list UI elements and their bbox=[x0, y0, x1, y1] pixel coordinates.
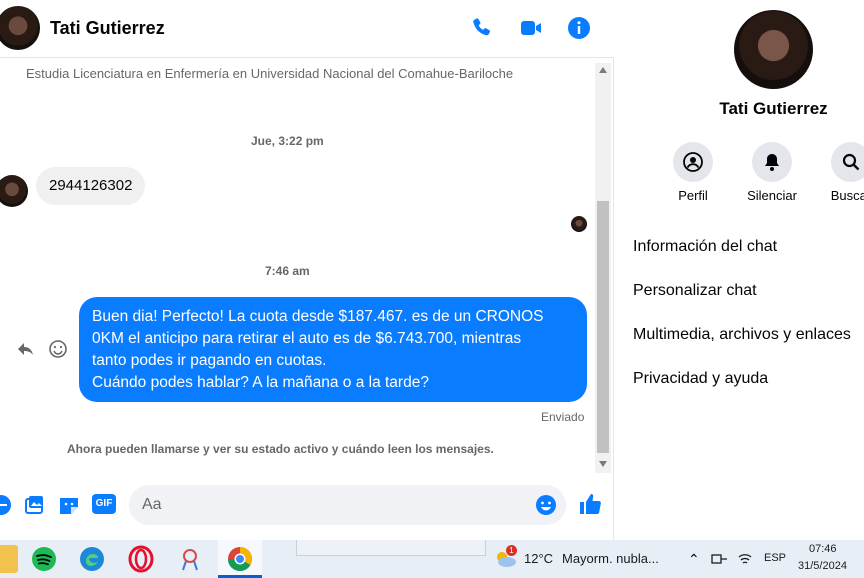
phone-icon[interactable] bbox=[470, 16, 494, 40]
language-indicator[interactable]: ESP bbox=[764, 552, 786, 564]
like-icon[interactable] bbox=[578, 492, 602, 516]
contact-name[interactable]: Tati Gutierrez bbox=[50, 18, 165, 39]
weather-icon[interactable]: 1 bbox=[492, 545, 518, 570]
menu-chat-info[interactable]: Información del chat bbox=[633, 238, 777, 256]
sticker-icon[interactable] bbox=[58, 494, 80, 516]
gif-label: GIF bbox=[92, 494, 116, 514]
profile-info-text: Estudia Licenciatura en Enfermería en Un… bbox=[26, 66, 514, 81]
panel-contact-name: Tati Gutierrez bbox=[719, 99, 828, 118]
search-action-label: Buscar bbox=[830, 188, 864, 203]
contact-avatar[interactable] bbox=[0, 6, 40, 50]
menu-customize-chat[interactable]: Personalizar chat bbox=[633, 282, 757, 300]
emoji-icon[interactable] bbox=[535, 494, 557, 521]
windows-taskbar: 1 12°C Mayorm. nubla... ⌃ ESP 07:46 31/5… bbox=[0, 540, 864, 578]
read-receipt-avatar bbox=[571, 216, 587, 232]
chat-details-panel: Tati Gutierrez Perfil Silenciar Buscar I… bbox=[615, 0, 864, 540]
more-actions-icon[interactable] bbox=[0, 494, 12, 516]
sender-avatar bbox=[0, 175, 28, 207]
outgoing-message[interactable]: Buen dia! Perfecto! La cuota desde $187.… bbox=[79, 297, 587, 402]
search-icon bbox=[831, 142, 864, 182]
info-icon[interactable] bbox=[567, 16, 591, 40]
chevron-up-icon[interactable]: ⌃ bbox=[688, 551, 700, 568]
weather-badge: 1 bbox=[506, 545, 517, 556]
weather-temperature[interactable]: 12°C bbox=[524, 551, 553, 566]
timestamp: 7:46 am bbox=[265, 264, 310, 278]
clock-time[interactable]: 07:46 bbox=[809, 543, 837, 555]
mute-action-label: Silenciar bbox=[747, 188, 797, 203]
menu-privacy-help[interactable]: Privacidad y ayuda bbox=[633, 370, 768, 388]
reply-icon[interactable] bbox=[16, 339, 36, 359]
weather-description[interactable]: Mayorm. nubla... bbox=[562, 551, 659, 566]
message-line: Cuándo podes hablar? A la mañana o a la … bbox=[92, 374, 429, 391]
profile-action[interactable]: Perfil bbox=[661, 142, 725, 203]
message-input[interactable]: Aa bbox=[129, 485, 566, 525]
edge-icon[interactable] bbox=[78, 545, 106, 573]
scroll-up-arrow-icon[interactable] bbox=[599, 67, 607, 73]
chat-area: Tati Gutierrez Estudia Licenciatura en E… bbox=[0, 0, 614, 540]
wifi-icon[interactable] bbox=[737, 551, 753, 572]
gif-icon[interactable]: GIF bbox=[92, 494, 116, 516]
scroll-down-arrow-icon[interactable] bbox=[599, 461, 607, 467]
incoming-message[interactable]: 2944126302 bbox=[36, 167, 146, 205]
react-emoji-icon[interactable] bbox=[48, 339, 68, 359]
video-call-icon[interactable] bbox=[519, 16, 543, 40]
message-input-placeholder: Aa bbox=[142, 496, 162, 513]
photo-icon[interactable] bbox=[23, 494, 45, 516]
mute-action[interactable]: Silenciar bbox=[740, 142, 804, 203]
taskbar-search-box[interactable] bbox=[296, 540, 486, 556]
opera-icon[interactable] bbox=[127, 545, 155, 573]
profile-action-label: Perfil bbox=[678, 188, 708, 203]
bell-icon bbox=[752, 142, 792, 182]
spotify-icon[interactable] bbox=[30, 545, 58, 573]
chat-header: Tati Gutierrez bbox=[0, 0, 614, 58]
search-action[interactable]: Buscar bbox=[819, 142, 864, 203]
info-notice: Ahora pueden llamarse y ver su estado ac… bbox=[67, 442, 494, 456]
messenger-window: Tati Gutierrez Estudia Licenciatura en E… bbox=[0, 0, 864, 540]
message-line: Buen dia! Perfecto! La cuota desde $187.… bbox=[92, 308, 544, 325]
menu-media-files-links[interactable]: Multimedia, archivos y enlaces bbox=[633, 326, 851, 344]
profile-icon bbox=[673, 142, 713, 182]
timestamp: Jue, 3:22 pm bbox=[251, 134, 324, 148]
ribbon-app-icon[interactable] bbox=[176, 545, 204, 573]
message-line: tanto podes ir pagando en cuotas. bbox=[92, 352, 327, 369]
sent-status: Enviado bbox=[541, 410, 585, 424]
network-icon[interactable] bbox=[711, 552, 729, 571]
chrome-icon[interactable] bbox=[226, 545, 254, 573]
clock-date[interactable]: 31/5/2024 bbox=[798, 560, 847, 572]
scrollbar-thumb[interactable] bbox=[597, 201, 609, 453]
contact-profile-photo[interactable] bbox=[734, 10, 813, 89]
message-composer: GIF Aa bbox=[0, 482, 614, 530]
chat-scrollbar[interactable] bbox=[595, 63, 611, 473]
file-explorer-icon[interactable] bbox=[0, 545, 18, 573]
message-line: 0KM el anticipo para retirar el auto es … bbox=[92, 330, 522, 347]
